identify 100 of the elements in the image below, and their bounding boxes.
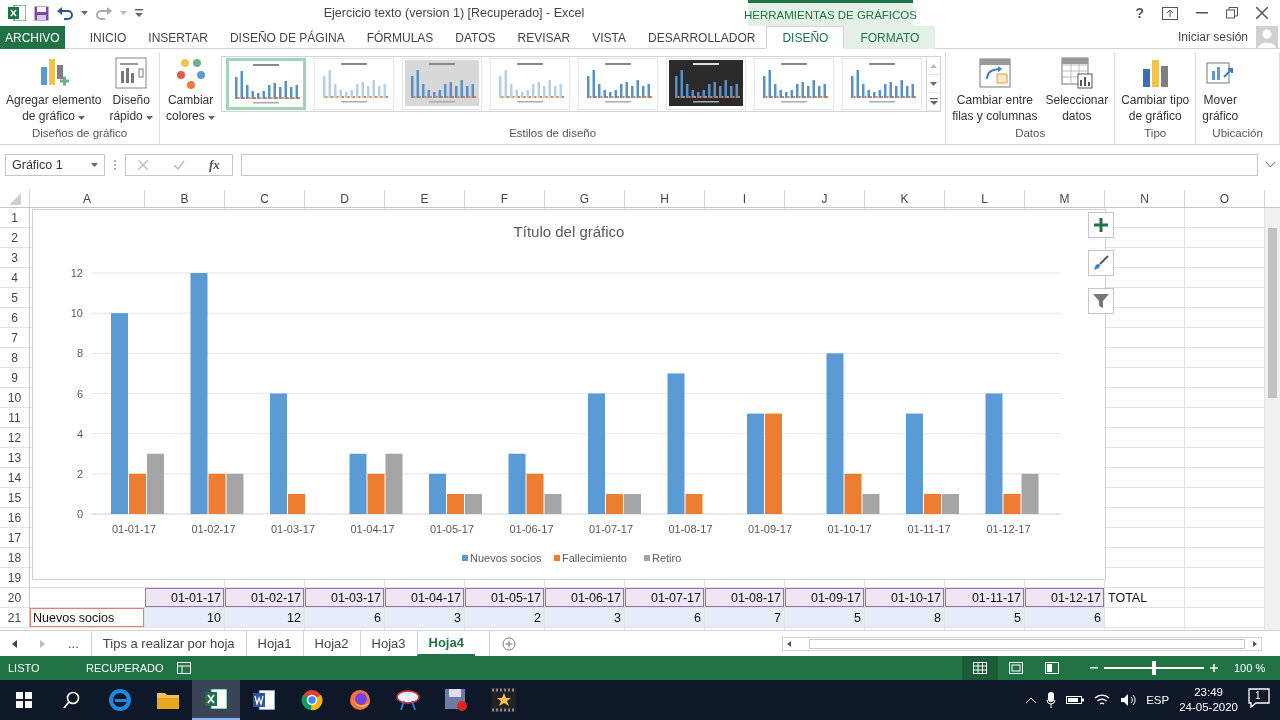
column-header[interactable]: O [1185, 190, 1265, 207]
more-sheets-button[interactable]: ... [56, 631, 91, 656]
row-header[interactable]: 1 [0, 208, 30, 228]
language-indicator[interactable]: ESP [1146, 694, 1170, 706]
table-cell: 01-07-17 [625, 588, 705, 608]
taskbar-app[interactable] [192, 680, 240, 720]
zoom-level[interactable]: 100 % [1234, 662, 1272, 674]
ribbon-tab[interactable]: DESARROLLADOR [637, 26, 767, 49]
row-header[interactable]: 17 [0, 528, 30, 548]
legend-marker [644, 555, 650, 561]
column-header[interactable]: I [705, 190, 785, 207]
name-box[interactable]: Gráfico 1 [5, 153, 105, 176]
row-header[interactable]: 4 [0, 268, 30, 288]
column-header[interactable]: L [945, 190, 1025, 207]
close-icon [1256, 7, 1268, 19]
chart-filters-button[interactable] [1088, 288, 1114, 314]
table-cell: 6 [625, 608, 705, 628]
row-header[interactable]: 14 [0, 468, 30, 488]
select-data-icon [1060, 57, 1093, 89]
column-header[interactable]: M [1025, 190, 1105, 207]
row-header[interactable]: 19 [0, 568, 30, 588]
row-header[interactable]: 18 [0, 548, 30, 568]
row-header[interactable]: 8 [0, 348, 30, 368]
row-header[interactable]: 2 [0, 228, 30, 248]
formula-input[interactable] [241, 153, 1258, 176]
group-label: Ubicación [1211, 127, 1264, 141]
scrollbar[interactable] [782, 636, 1262, 651]
ribbon-tab[interactable]: ARCHIVO [0, 26, 65, 49]
row-header[interactable]: 10 [0, 388, 30, 408]
chart-elements-button[interactable] [1088, 212, 1114, 238]
column-header[interactable]: H [625, 190, 705, 207]
row-header[interactable]: 5 [0, 288, 30, 308]
chart-styles-button[interactable] [1088, 250, 1114, 276]
row-header[interactable]: 12 [0, 428, 30, 448]
ribbon-tab[interactable]: FÓRMULAS [355, 26, 445, 49]
scrollbar-thumb[interactable] [1268, 228, 1277, 398]
column-header[interactable]: C [225, 190, 305, 207]
row-header[interactable]: 3 [0, 248, 30, 268]
satellite-dish-icon [396, 689, 420, 711]
insert-function-button[interactable]: fx [208, 156, 220, 173]
window-title: Ejercicio texto (version 1) [Recuperado] - Excel [322, 5, 586, 22]
ribbon-button[interactable]: Cambiar colores [164, 52, 218, 126]
row-header[interactable]: 7 [0, 328, 30, 348]
sheet-tab[interactable]: Hoja4 [416, 631, 475, 656]
column-header[interactable]: N [1105, 190, 1185, 207]
row-header[interactable]: 20 [0, 588, 30, 608]
sign-in-link[interactable]: Iniciar sesión [1177, 30, 1248, 44]
column-header[interactable]: D [305, 190, 385, 207]
scrollbar-thumb[interactable] [809, 638, 1245, 649]
ribbon-button[interactable]: Diseño rápido [107, 52, 156, 126]
ribbon-tab[interactable]: INSERTAR [137, 26, 219, 49]
column-header[interactable]: J [785, 190, 865, 207]
axis-label: 01-04-17 [350, 523, 395, 535]
ribbon-tab[interactable]: VISTA [581, 26, 638, 49]
row-header[interactable]: 13 [0, 448, 30, 468]
row-header[interactable]: 11 [0, 408, 30, 428]
search-icon [63, 691, 81, 709]
slider-thumb[interactable] [1152, 661, 1156, 675]
help-button[interactable]: ? [1135, 5, 1144, 21]
axis-label: 01-09-17 [748, 523, 792, 535]
caret-up-icon [930, 63, 938, 68]
ribbon-button[interactable]: Cambiar tipo de gráfico [1119, 52, 1192, 126]
ribbon-button[interactable]: Seleccionar datos [1043, 52, 1111, 126]
scrollbar[interactable] [1265, 208, 1280, 630]
color-dots-icon [174, 57, 207, 89]
ribbon-button[interactable]: Cambiar entre filas y columnas [950, 52, 1040, 126]
table-cell: 6 [305, 608, 385, 628]
notification-count: 1 [1255, 690, 1261, 702]
table-cell: 5 [785, 608, 865, 628]
axis-label: 6 [76, 387, 83, 400]
row-header[interactable]: 15 [0, 488, 30, 508]
checkmark-icon [172, 159, 185, 170]
spreadsheet-logo-icon [8, 5, 26, 21]
ribbon-tab[interactable]: DISEÑO DE PÁGINA [218, 26, 356, 49]
group-label: Tipo [1143, 127, 1168, 141]
row-header[interactable]: 9 [0, 368, 30, 388]
clock[interactable]: 23:49 24-05-2020 [1179, 685, 1238, 715]
folder-icon [157, 691, 179, 709]
ribbon-button[interactable]: Agregar elemento de gráfico [4, 52, 104, 126]
ribbon-tab[interactable]: REVISAR [506, 26, 582, 49]
column-header[interactable]: F [465, 190, 545, 207]
ribbon-button[interactable]: Mover gráfico [1200, 52, 1241, 126]
caret-icon [91, 162, 98, 167]
firefox-icon [349, 689, 371, 711]
column-header[interactable]: K [865, 190, 945, 207]
column-header[interactable]: B [145, 190, 225, 207]
ribbon-tab[interactable]: DISEÑO [766, 26, 845, 49]
ribbon-tab[interactable]: INICIO [78, 26, 138, 49]
row-header[interactable]: 6 [0, 308, 30, 328]
film-star-icon [492, 688, 516, 712]
column-header[interactable]: E [385, 190, 465, 207]
speaker-icon [1120, 693, 1137, 707]
view-button[interactable] [962, 656, 998, 680]
column-header[interactable]: G [545, 190, 625, 207]
ribbon-tab[interactable]: DATOS [444, 26, 507, 49]
column-header[interactable]: A [30, 190, 145, 207]
axis-label: 01-10-17 [827, 523, 872, 535]
chart-area[interactable]: Título del gráfico 0 2 4 6 8 10 12 01-01-17 01-02-17 01-03-17 01-04-17 01-05-17 01-06-17 01-07-17 01-08-17 01-09-17 01-10-17 01-11-17 01-12-17 Nuevos socios Fallecimiento Retiro [32, 209, 1106, 580]
ribbon-tab[interactable]: FORMATO [844, 26, 936, 49]
row-header[interactable]: 16 [0, 508, 30, 528]
